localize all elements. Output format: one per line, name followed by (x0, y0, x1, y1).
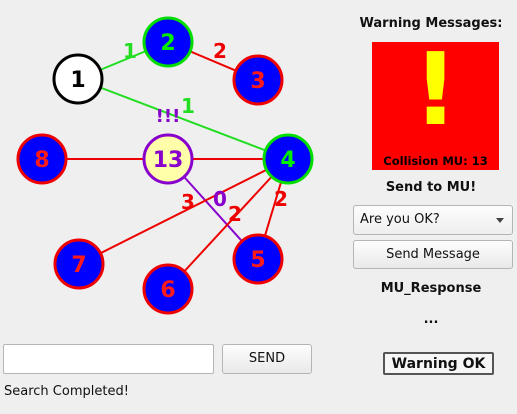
graph-node-8[interactable]: 8 (16, 133, 68, 185)
warning-box: ! Collision MU: 13 (372, 31, 499, 170)
node-label-5: 5 (250, 248, 265, 273)
response-value: ... (423, 312, 439, 327)
chevron-down-icon (496, 218, 504, 223)
node-label-7: 7 (71, 253, 86, 278)
graph-node-3[interactable]: 3 (232, 54, 284, 106)
graph-node-2[interactable]: 2 (142, 16, 194, 68)
graph-node-5[interactable]: 5 (232, 233, 284, 285)
node-label-13: 13 (153, 148, 184, 173)
edge-label-7-4: 3 (181, 190, 195, 214)
warning-title: Warning Messages: (359, 16, 503, 31)
graph-node-6[interactable]: 6 (142, 263, 194, 315)
node-label-6: 6 (160, 278, 175, 303)
send-to-label: Send to MU! (385, 180, 477, 195)
node-label-3: 3 (250, 69, 265, 94)
graph-node-7[interactable]: 7 (53, 238, 105, 290)
right-panel: Warning Messages: ! Collision MU: 13 Sen… (345, 0, 517, 414)
search-input[interactable] (3, 344, 214, 374)
edge-label-13-5: 0 (213, 187, 227, 211)
alert-marker: !!! (156, 106, 181, 127)
edge-label-6-4: 2 (228, 202, 242, 226)
edge-label-2-3: 2 (213, 39, 227, 63)
search-send-button[interactable]: SEND (222, 344, 312, 374)
node-label-8: 8 (34, 148, 49, 173)
edge-label-1-2: 1 (123, 39, 137, 63)
node-label-4: 4 (280, 148, 295, 173)
response-label: MU_Response (380, 281, 482, 296)
graph-node-1[interactable]: 1 (52, 53, 104, 105)
edge-label-5-4: 2 (274, 187, 288, 211)
message-select-value: Are you OK? (360, 212, 440, 227)
node-label-1: 1 (70, 68, 85, 93)
graph-nodes: 12345678 13 (16, 16, 314, 315)
graph-node-4[interactable]: 4 (262, 133, 314, 185)
exclamation-icon: ! (412, 31, 459, 148)
network-graph: 1 2103 22 12345678 13 !!! (16, 16, 314, 315)
edge-label-1-4: 1 (181, 94, 195, 118)
message-select[interactable]: Are you OK? (353, 205, 513, 235)
send-message-button[interactable]: Send Message (353, 240, 513, 269)
search-status: Search Completed! (4, 384, 129, 399)
warning-ok-button[interactable]: Warning OK (383, 352, 494, 375)
graph-alert-marker-layer: !!! (156, 106, 181, 127)
collision-text: Collision MU: 13 (383, 154, 488, 168)
node-label-2: 2 (160, 31, 175, 56)
graph-node-13[interactable]: 13 (142, 133, 194, 185)
